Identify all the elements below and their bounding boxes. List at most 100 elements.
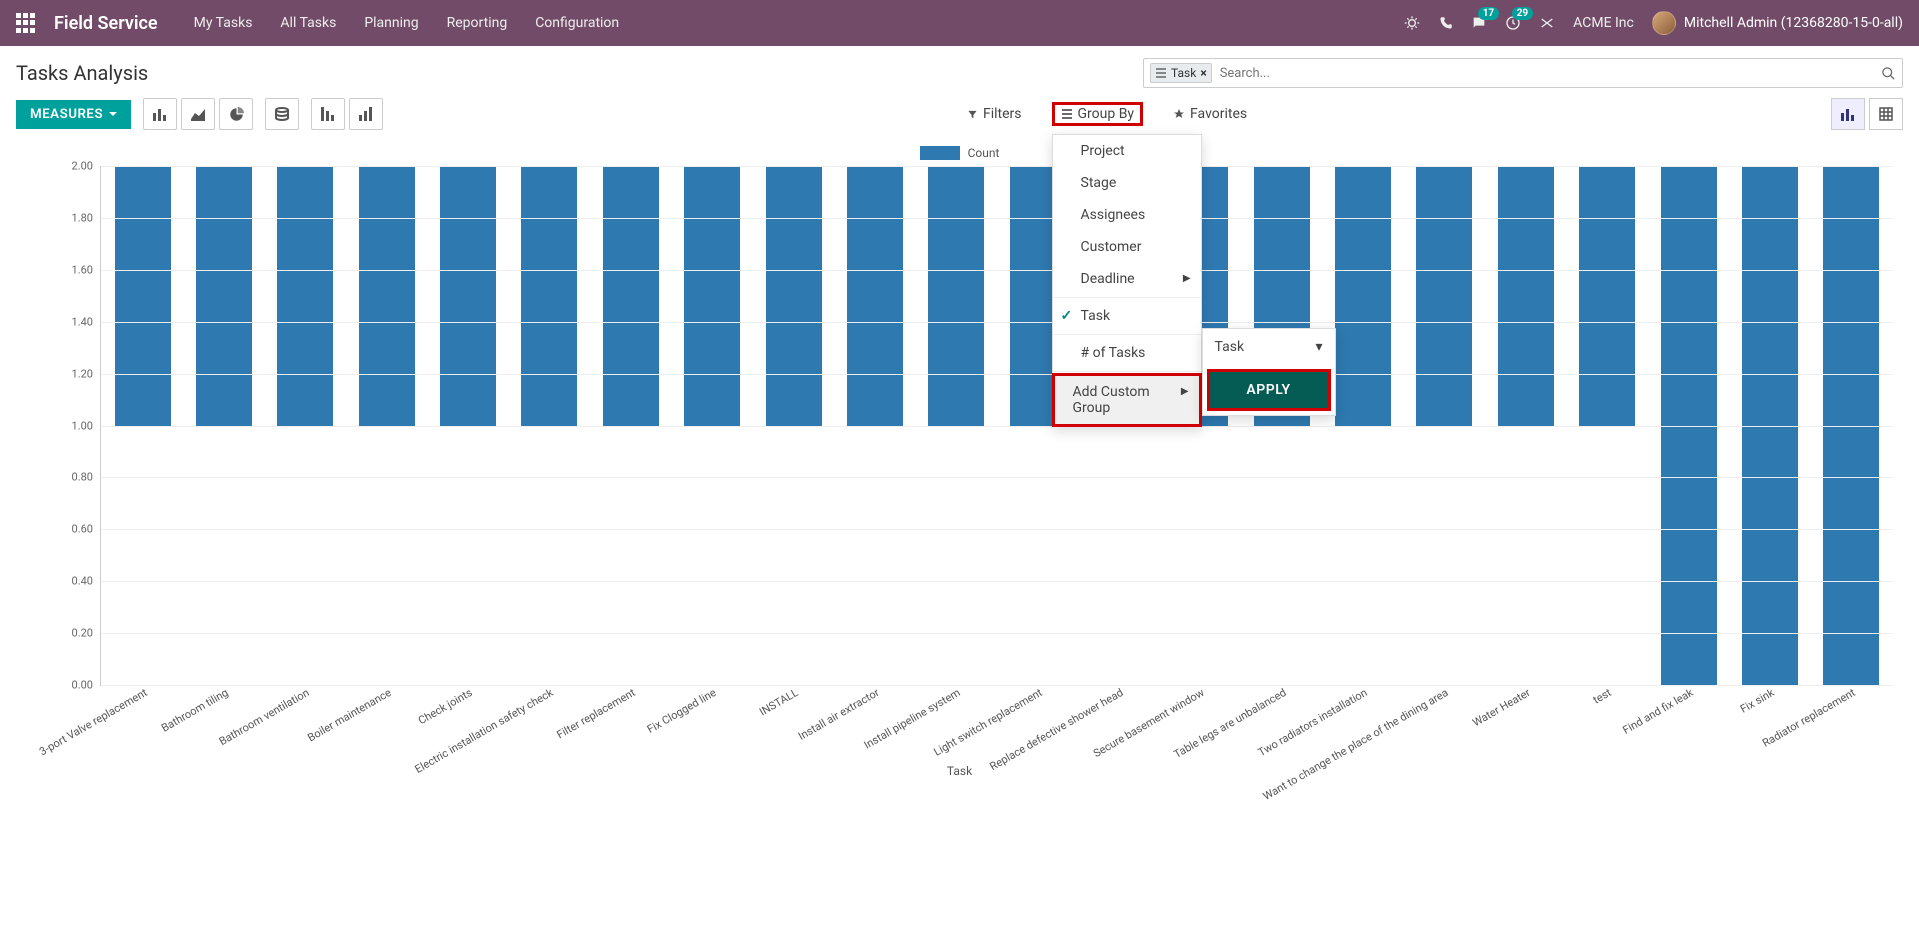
x-category-label: Boiler maintenance [305,686,393,744]
favorites-label: Favorites [1190,106,1247,122]
main-menu: My Tasks All Tasks Planning Reporting Co… [194,15,620,31]
groupby-item-stage[interactable]: Stage [1053,167,1201,199]
search-input[interactable] [1212,62,1881,85]
chart-area: Count Count 3-port Valve replacementBath… [16,146,1903,786]
line-chart-icon[interactable] [181,98,215,130]
stacked-icon[interactable] [265,98,299,130]
groupby-add-custom[interactable]: Add Custom Group▶ [1055,376,1199,424]
user-menu[interactable]: Mitchell Admin (12368280-15-0-all) [1652,11,1903,35]
favorites-button[interactable]: Favorites [1165,102,1255,126]
x-category-label: Fix Clogged line [645,686,719,736]
bar[interactable] [521,166,577,426]
bar[interactable] [277,166,333,426]
groupby-label: Group By [1078,106,1135,122]
grid-line [101,426,1893,427]
groupby-button[interactable]: Group By [1052,102,1144,126]
bar-chart-icon[interactable] [143,98,177,130]
groupby-item-project[interactable]: Project [1053,135,1201,167]
x-category-label: test [1591,686,1614,707]
grid-line [101,529,1893,530]
menu-reporting[interactable]: Reporting [447,15,508,31]
legend-swatch [920,146,960,160]
clock-badge: 29 [1512,7,1533,20]
pie-chart-icon[interactable] [219,98,253,130]
avatar [1652,11,1676,35]
bar[interactable] [928,166,984,426]
legend-label: Count [968,146,1000,160]
brand-title[interactable]: Field Service [54,13,158,34]
bar[interactable] [115,166,171,426]
grid-line [101,166,1893,167]
groupby-item-numtasks[interactable]: # of Tasks [1053,337,1201,369]
groupby-dropdown: Project Stage Assignees Customer Deadlin… [1052,134,1202,427]
y-tick: 1.20 [47,367,93,380]
sort-desc-icon[interactable] [311,98,345,130]
messages-icon[interactable]: 17 [1471,15,1487,31]
graph-view-button[interactable] [1831,98,1865,130]
bar[interactable] [1335,166,1391,426]
chevron-right-icon: ▶ [1183,273,1191,284]
grid-line [101,270,1893,271]
bar[interactable] [196,166,252,426]
x-category-label: Find and fix leak [1620,686,1695,737]
bar[interactable] [603,166,659,426]
menu-configuration[interactable]: Configuration [535,15,619,31]
apps-icon[interactable] [16,13,36,33]
grid-line [101,322,1893,323]
filters-label: Filters [983,106,1022,122]
page-title: Tasks Analysis [16,61,148,85]
apply-button[interactable]: APPLY [1210,372,1328,408]
search-area[interactable]: Task × [1143,58,1903,88]
bar[interactable] [359,166,415,426]
x-category-label: Bathroom tiling [159,686,230,735]
bar[interactable] [684,166,740,426]
search-chip: Task × [1150,63,1212,83]
menu-my-tasks[interactable]: My Tasks [194,15,253,31]
groupby-item-task[interactable]: Task [1053,300,1201,332]
settings-icon[interactable] [1539,15,1555,31]
bar[interactable] [1416,166,1472,426]
bar[interactable] [847,166,903,426]
x-category-label: Electric installation safety check [413,686,556,776]
custom-group-select[interactable]: Task ▾ [1203,329,1335,365]
y-tick: 0.00 [47,679,93,692]
custom-group-value: Task [1215,339,1245,355]
grid-line [101,581,1893,582]
x-category-label: Check joints [416,686,475,727]
groupby-item-assignees[interactable]: Assignees [1053,199,1201,231]
chevron-right-icon: ▶ [1181,386,1189,397]
search-icon[interactable] [1881,66,1896,81]
grid-line [101,685,1893,686]
nav-right: 17 29 ACME Inc Mitchell Admin (12368280-… [1404,11,1903,35]
top-nav: Field Service My Tasks All Tasks Plannin… [0,0,1919,46]
chart-legend: Count [16,146,1903,160]
bug-icon[interactable] [1404,15,1420,31]
search-chip-close[interactable]: × [1200,66,1206,80]
bar[interactable] [1579,166,1635,426]
caret-down-icon [109,112,117,116]
bar[interactable] [766,166,822,426]
phone-icon[interactable] [1438,16,1453,31]
x-category-label: Filter replacement [554,686,637,741]
clock-icon[interactable]: 29 [1505,15,1521,31]
control-row: Tasks Analysis Task × [0,46,1919,92]
bar[interactable] [440,166,496,426]
caret-down-icon: ▾ [1315,339,1322,355]
search-chip-label: Task [1171,66,1196,80]
sort-asc-icon[interactable] [349,98,383,130]
company-selector[interactable]: ACME Inc [1573,15,1634,31]
filters-button[interactable]: Filters [959,102,1030,126]
groupby-item-customer[interactable]: Customer [1053,231,1201,263]
y-tick: 1.00 [47,419,93,432]
menu-all-tasks[interactable]: All Tasks [280,15,336,31]
messages-badge: 17 [1478,7,1499,20]
user-name: Mitchell Admin (12368280-15-0-all) [1684,15,1903,31]
bar[interactable] [1498,166,1554,426]
groupby-item-deadline[interactable]: Deadline▶ [1053,263,1201,295]
measures-button[interactable]: MEASURES [16,100,131,129]
y-tick: 0.80 [47,471,93,484]
x-category-label: Bathroom ventilation [217,686,312,748]
pivot-view-button[interactable] [1869,98,1903,130]
y-tick: 1.80 [47,211,93,224]
menu-planning[interactable]: Planning [364,15,418,31]
